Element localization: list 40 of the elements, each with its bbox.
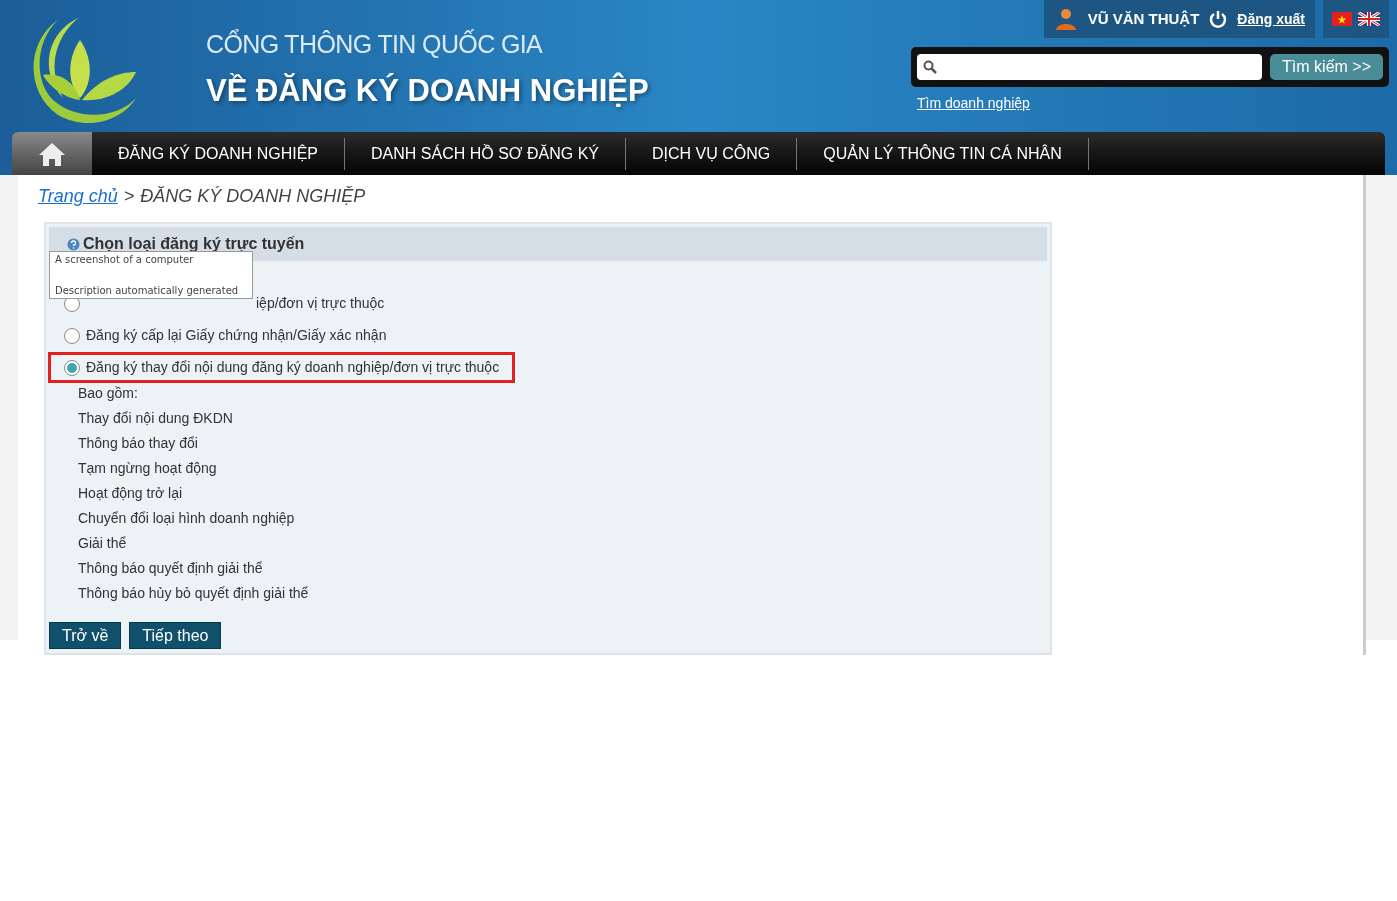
power-icon [1209, 10, 1228, 28]
vietnam-flag-icon[interactable] [1332, 12, 1352, 26]
included-item: Thông báo hủy bỏ quyết định giải thể [78, 584, 310, 603]
included-item: Thông báo thay đổi [78, 434, 199, 453]
included-item: Thay đổi nội dung ĐKDN [78, 409, 234, 428]
included-item: Chuyển đổi loại hình doanh nghiệp [78, 509, 296, 528]
user-name: VŨ VĂN THUẬT [1087, 8, 1200, 29]
find-business-link[interactable]: Tìm doanh nghiệp [917, 93, 1030, 114]
radio-button[interactable] [64, 359, 80, 376]
nav-item[interactable]: DANH SÁCH HỒ SƠ ĐĂNG KÝ [345, 141, 625, 166]
portal-subtitle: VỀ ĐĂNG KÝ DOANH NGHIỆP [206, 71, 649, 110]
nav-item[interactable]: ĐĂNG KÝ DOANH NGHIỆP [92, 141, 345, 166]
radio-button[interactable] [64, 327, 80, 344]
includes-label: Bao gồm: [78, 384, 139, 403]
home-icon [37, 140, 67, 167]
included-item: Thông báo quyết định giải thể [78, 559, 264, 578]
portal-title: CỔNG THÔNG TIN QUỐC GIA [206, 28, 544, 60]
breadcrumb-current: ĐĂNG KÝ DOANH NGHIỆP [140, 185, 366, 208]
nav-item[interactable]: DỊCH VỤ CÔNG [626, 141, 797, 166]
radio-label: Đăng ký thay đổi nội dung đăng ký doanh nghiệp/đơn vị trực thuộc [86, 358, 500, 377]
user-avatar-icon [1053, 7, 1078, 31]
radio-label: iệp/đơn vị trực thuộc [256, 294, 385, 313]
card-title: Chọn loại đăng ký trực tuyến [83, 234, 305, 254]
breadcrumb-separator: > [123, 185, 135, 208]
included-item: Hoạt động trở lại [78, 484, 184, 503]
tooltip-line: A screenshot of a computer [55, 253, 195, 267]
search-field[interactable] [917, 54, 1263, 80]
form-button[interactable]: Trở về [49, 622, 122, 649]
home-button[interactable] [12, 132, 92, 175]
uk-flag-icon[interactable] [1358, 12, 1380, 26]
nav-item[interactable]: QUẢN LÝ THÔNG TIN CÁ NHÂN [797, 141, 1088, 166]
radio-label: Đăng ký cấp lại Giấy chứng nhận/Giấy xác nhận [86, 326, 387, 345]
form-button[interactable]: Tiếp theo [129, 622, 222, 649]
search-icon [923, 60, 937, 74]
included-item: Tạm ngừng hoạt động [78, 459, 218, 478]
search-button[interactable]: Tìm kiếm >> [1270, 54, 1383, 80]
logout-link[interactable]: Đăng xuất [1237, 8, 1305, 30]
breadcrumb-home-link[interactable]: Trang chủ [38, 183, 118, 210]
included-item: Giải thể [78, 534, 128, 553]
tooltip-line: Description automatically generated [55, 284, 240, 298]
